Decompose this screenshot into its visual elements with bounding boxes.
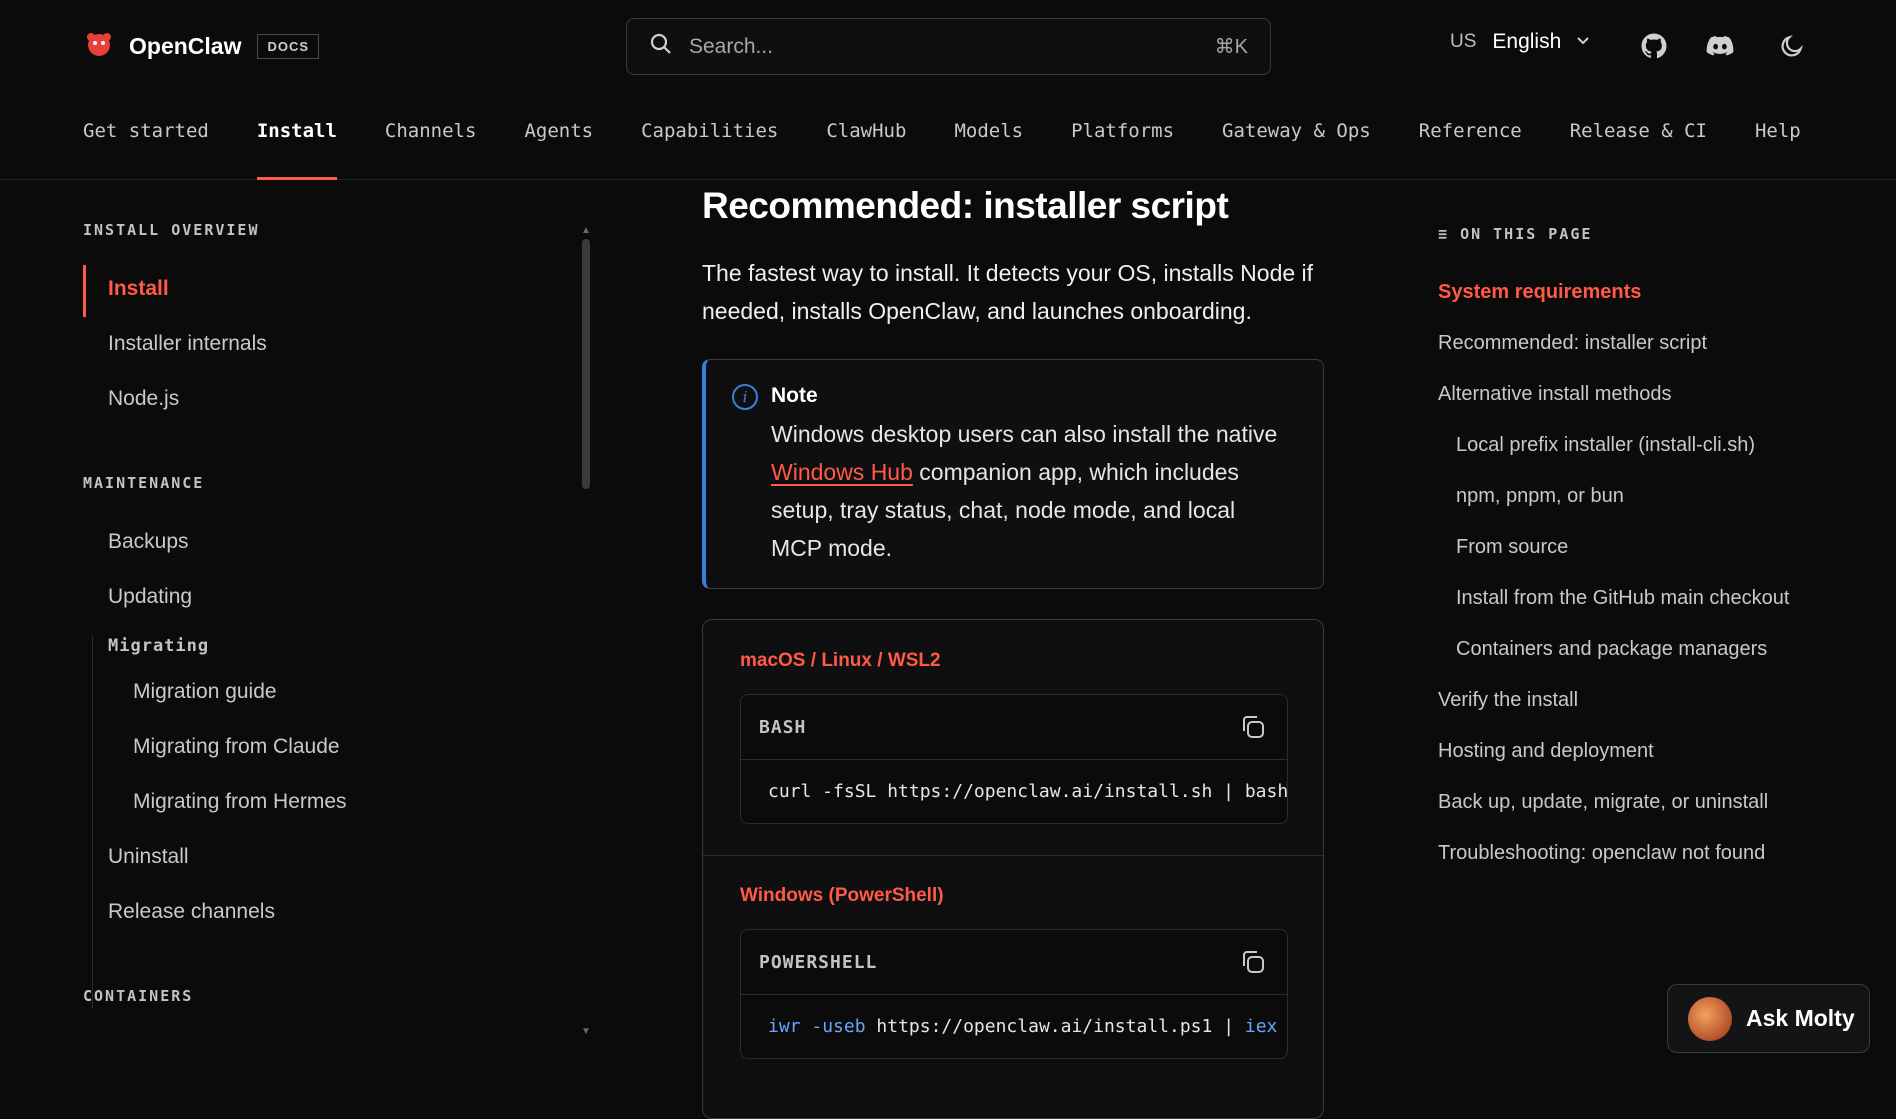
note-callout: i Note Windows desktop users can also in…: [702, 359, 1324, 589]
copy-icon[interactable]: [1239, 713, 1267, 741]
tab-gateway-ops[interactable]: Gateway & Ops: [1222, 120, 1371, 180]
toc-item[interactable]: System requirements: [1438, 281, 1641, 304]
top-nav: Get started Install Channels Agents Capa…: [83, 120, 1849, 180]
tab-clawhub[interactable]: ClawHub: [826, 120, 906, 180]
bash-command: curl -fsSL https://openclaw.ai/install.s…: [768, 781, 1289, 802]
toc-item[interactable]: Back up, update, migrate, or uninstall: [1438, 791, 1768, 814]
note-body: Windows desktop users can also install t…: [771, 415, 1291, 567]
search-input[interactable]: Search... ⌘K: [626, 18, 1271, 75]
active-indicator: [83, 265, 86, 317]
copy-icon[interactable]: [1239, 948, 1267, 976]
toc-item[interactable]: Local prefix installer (install-cli.sh): [1456, 434, 1755, 457]
sidebar-item-migration-guide[interactable]: Migration guide: [133, 680, 277, 704]
code-block-divider: [741, 759, 1287, 760]
card-divider: [703, 855, 1323, 856]
chevron-down-icon: [1575, 30, 1591, 54]
install-code-card: macOS / Linux / WSL2 BASH curl -fsSL htt…: [702, 619, 1324, 1119]
powershell-code-block: POWERSHELL iwr -useb https://openclaw.ai…: [740, 929, 1288, 1059]
language-label: English: [1492, 30, 1562, 53]
tab-models[interactable]: Models: [954, 120, 1023, 180]
sidebar: INSTALL OVERVIEW Install Installer inter…: [0, 181, 600, 1080]
os-heading-windows: Windows (PowerShell): [740, 885, 944, 906]
bash-code-block: BASH curl -fsSL https://openclaw.ai/inst…: [740, 694, 1288, 824]
toc-item[interactable]: Troubleshooting: openclaw not found: [1438, 842, 1765, 865]
search-shortcut: ⌘K: [1214, 36, 1248, 58]
scroll-up-arrow-icon[interactable]: ▲: [581, 225, 591, 236]
ps-cmd: iwr: [768, 1016, 801, 1037]
ps-pipe: |: [1223, 1016, 1235, 1037]
sidebar-scrollbar[interactable]: [582, 239, 590, 489]
toc-item[interactable]: Alternative install methods: [1438, 383, 1671, 406]
tab-install[interactable]: Install: [256, 120, 338, 180]
sidebar-item-updating[interactable]: Updating: [108, 585, 192, 609]
logo[interactable]: OpenClaw DOCS: [83, 28, 320, 65]
note-title: Note: [771, 384, 818, 407]
tab-release-ci[interactable]: Release & CI: [1570, 120, 1707, 180]
sidebar-section-maintenance: MAINTENANCE: [83, 474, 205, 492]
brand-name: OpenClaw: [129, 33, 242, 59]
ps-url: https://openclaw.ai/install.ps1: [876, 1016, 1213, 1037]
molty-avatar: [1688, 996, 1732, 1041]
language-code: US: [1450, 31, 1477, 52]
sidebar-group-migrating[interactable]: Migrating: [108, 636, 209, 656]
sidebar-item-install[interactable]: Install: [108, 277, 169, 301]
tab-reference[interactable]: Reference: [1419, 120, 1522, 180]
sidebar-item-release-channels[interactable]: Release channels: [108, 900, 275, 924]
toc-heading: ≡ ON THIS PAGE: [1438, 225, 1592, 243]
sidebar-item-migrating-from-claude[interactable]: Migrating from Claude: [133, 735, 340, 759]
docs-badge: DOCS: [257, 34, 320, 59]
sidebar-item-uninstall[interactable]: Uninstall: [108, 845, 189, 869]
scroll-down-arrow-icon[interactable]: ▼: [581, 1026, 591, 1037]
top-header: OpenClaw DOCS Search... ⌘K US English Ge…: [0, 0, 1896, 180]
windows-hub-link[interactable]: Windows Hub: [771, 459, 913, 485]
ask-molty-label: Ask Molty: [1746, 1005, 1855, 1031]
code-block-divider: [741, 994, 1287, 995]
moon-icon[interactable]: [1776, 30, 1808, 62]
sidebar-section-containers: CONTAINERS: [83, 987, 194, 1005]
tab-help[interactable]: Help: [1755, 120, 1801, 180]
tab-capabilities[interactable]: Capabilities: [641, 120, 778, 180]
subgroup-line: [92, 636, 93, 1008]
discord-icon[interactable]: [1704, 30, 1736, 62]
ps-end: iex: [1244, 1016, 1278, 1037]
info-icon: i: [732, 384, 758, 410]
search-icon: [649, 32, 673, 61]
sidebar-section-install-overview: INSTALL OVERVIEW: [83, 221, 260, 239]
toc-item[interactable]: Recommended: installer script: [1438, 332, 1707, 355]
powershell-command: iwr -useb https://openclaw.ai/install.ps…: [768, 1016, 1277, 1037]
sidebar-item-nodejs[interactable]: Node.js: [108, 387, 179, 411]
menu-lines-icon: ≡: [1438, 225, 1461, 243]
toc-item[interactable]: Install from the GitHub main checkout: [1456, 587, 1789, 610]
os-heading-macos-linux: macOS / Linux / WSL2: [740, 650, 941, 671]
sidebar-item-migrating-from-hermes[interactable]: Migrating from Hermes: [133, 790, 347, 814]
code-language-label: POWERSHELL: [759, 952, 878, 973]
sidebar-item-installer-internals[interactable]: Installer internals: [108, 332, 267, 356]
toc-item[interactable]: Containers and package managers: [1456, 638, 1767, 661]
sidebar-item-backups[interactable]: Backups: [108, 530, 189, 554]
code-language-label: BASH: [759, 717, 807, 738]
section-heading: Recommended: installer script: [702, 185, 1229, 226]
tab-agents[interactable]: Agents: [524, 120, 593, 180]
toc-heading-label: ON THIS PAGE: [1460, 225, 1593, 243]
ps-flag: -useb: [811, 1016, 866, 1037]
search-placeholder: Search...: [689, 34, 774, 58]
github-icon[interactable]: [1638, 30, 1670, 62]
language-selector[interactable]: US English: [1450, 30, 1591, 54]
toc-item[interactable]: Hosting and deployment: [1438, 740, 1654, 763]
logo-icon: [83, 28, 115, 65]
toc-item[interactable]: Verify the install: [1438, 689, 1578, 712]
intro-paragraph: The fastest way to install. It detects y…: [702, 260, 1314, 324]
tab-get-started[interactable]: Get started: [83, 120, 209, 180]
ask-molty-button[interactable]: Ask Molty: [1667, 984, 1870, 1053]
toc-item[interactable]: From source: [1456, 536, 1568, 559]
tab-channels[interactable]: Channels: [385, 120, 477, 180]
toc-item[interactable]: npm, pnpm, or bun: [1456, 485, 1624, 508]
tab-platforms[interactable]: Platforms: [1071, 120, 1174, 180]
note-text-before: Windows desktop users can also install t…: [771, 421, 1278, 447]
